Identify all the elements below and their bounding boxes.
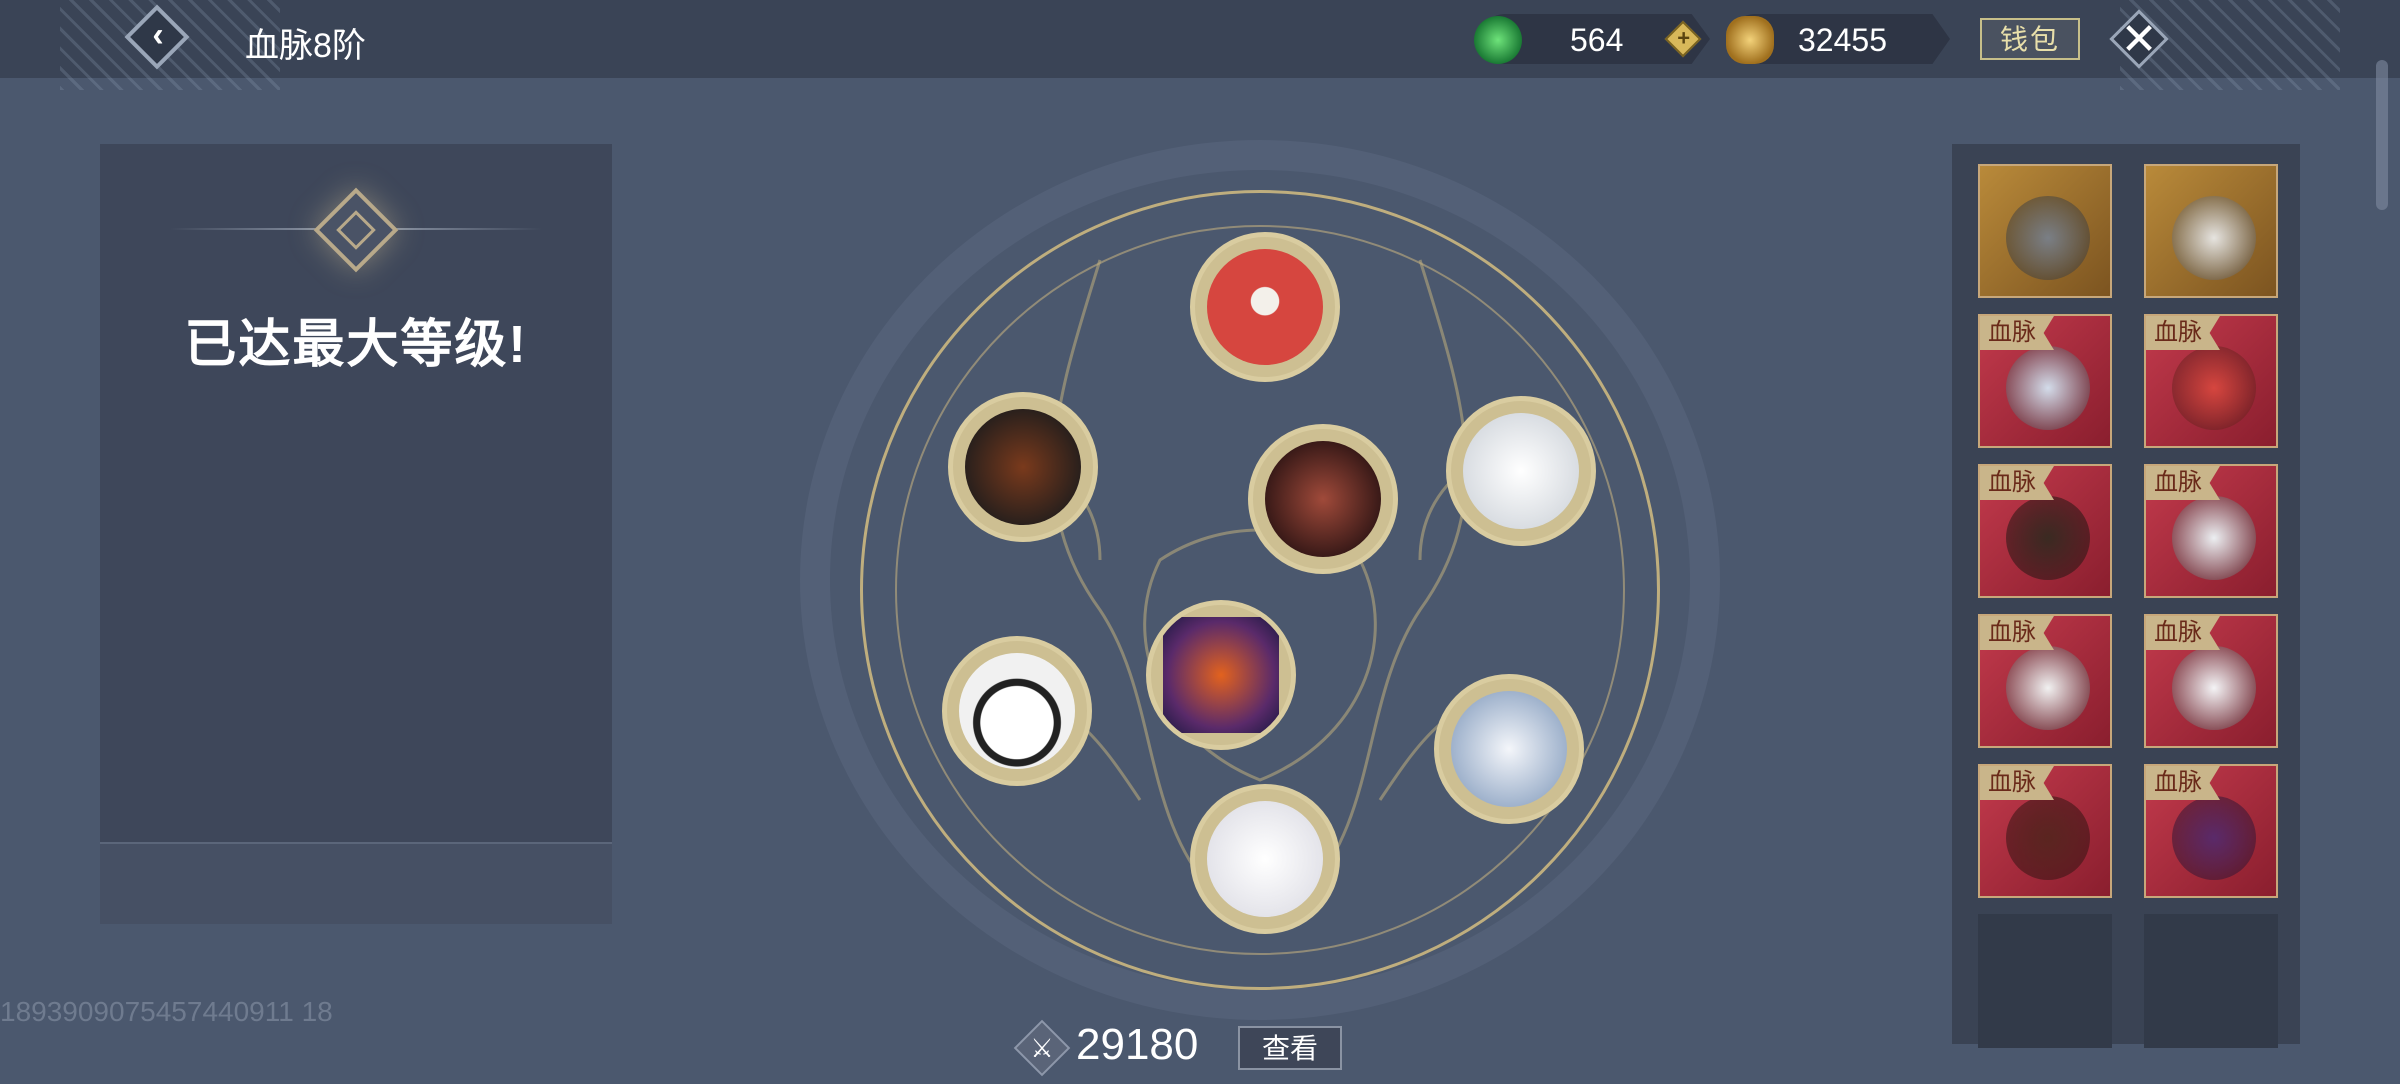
- bloodline-tag: 血脉: [1980, 316, 2054, 350]
- bloodline-tag: 血脉: [2146, 616, 2220, 650]
- inventory-item-demon-beast[interactable]: 血脉: [1978, 764, 2112, 898]
- panda-icon: [2006, 646, 2090, 730]
- demon-beast-icon: [2006, 796, 2090, 880]
- gold-ingot-icon: [1726, 16, 1774, 64]
- gold-amount: 32455: [1798, 22, 1887, 58]
- bloodline-slot-demon-beast[interactable]: [1248, 424, 1398, 574]
- max-level-text: 已达最大等级!: [184, 316, 528, 374]
- bloodline-tag: 血脉: [2146, 766, 2220, 800]
- bloodline-slot-fire-dragon[interactable]: [948, 392, 1098, 542]
- white-rabbit-icon: [2172, 646, 2256, 730]
- bloodline-array: [800, 140, 1720, 1020]
- white-wolf-icon: [1463, 413, 1579, 529]
- inventory-slot-empty[interactable]: [2144, 914, 2278, 1048]
- fire-dragon-icon: [2006, 496, 2090, 580]
- bloodline-tag: 血脉: [1980, 616, 2054, 650]
- magma-beast-icon: [2172, 796, 2256, 880]
- combat-power-value: 29180: [1076, 1020, 1199, 1069]
- ice-wolf-icon: [1451, 691, 1567, 807]
- panda-icon: [959, 653, 1075, 769]
- white-rabbit-icon: [1207, 801, 1323, 917]
- bloodline-tag: 血脉: [1980, 766, 2054, 800]
- inventory-item-magma-beast[interactable]: 血脉: [2144, 764, 2278, 898]
- magma-beast-icon: [1163, 617, 1279, 733]
- emblem-icon: [313, 187, 399, 273]
- inventory-panel: 血脉 血脉 血脉 血脉 血脉 血脉 血脉 血脉: [1952, 144, 2300, 1048]
- close-button[interactable]: ✕: [2106, 6, 2172, 72]
- scrollbar[interactable]: [2376, 60, 2388, 210]
- bloodline-slot-white-wolf[interactable]: [1446, 396, 1596, 546]
- bloodline-slot-panda[interactable]: [942, 636, 1092, 786]
- info-panel: 已达最大等级!: [100, 144, 612, 924]
- jade-amount: 564: [1570, 22, 1624, 58]
- user-id: 1893909075457440911 18: [0, 996, 333, 1027]
- gray-wolf-icon: [2006, 196, 2090, 280]
- red-panda-icon: [1207, 249, 1323, 365]
- inventory-item-red-panda[interactable]: 血脉: [2144, 314, 2278, 448]
- inventory-item-white-monkey[interactable]: [2144, 164, 2278, 298]
- back-button[interactable]: ‹: [122, 2, 194, 74]
- inventory-item-white-wolf[interactable]: 血脉: [2144, 464, 2278, 598]
- page-title: 血脉8阶: [245, 27, 366, 65]
- inventory-slot-empty[interactable]: [1978, 914, 2112, 1048]
- back-arrow-icon: ‹: [152, 16, 164, 54]
- demon-beast-icon: [1265, 441, 1381, 557]
- bloodline-slot-magma-beast[interactable]: [1146, 600, 1296, 750]
- bloodline-slot-ice-wolf[interactable]: [1434, 674, 1584, 824]
- bloodline-slot-red-panda[interactable]: [1190, 232, 1340, 382]
- combat-power-icon: ⚔: [1013, 1019, 1071, 1077]
- inventory-item-white-rabbit[interactable]: 血脉: [2144, 614, 2278, 748]
- jade-coin-icon: [1474, 16, 1522, 64]
- view-button[interactable]: 查看: [1238, 1026, 1342, 1070]
- inventory-item-fire-dragon[interactable]: 血脉: [1978, 464, 2112, 598]
- white-monkey-icon: [2172, 196, 2256, 280]
- inventory-item-ice-wolf[interactable]: 血脉: [1978, 314, 2112, 448]
- close-icon: ✕: [2120, 15, 2158, 64]
- bloodline-tag: 血脉: [1980, 466, 2054, 500]
- inventory-item-panda[interactable]: 血脉: [1978, 614, 2112, 748]
- bloodline-slot-white-rabbit[interactable]: [1190, 784, 1340, 934]
- ice-wolf-icon: [2006, 346, 2090, 430]
- panel-footer: [100, 842, 612, 924]
- bloodline-tag: 血脉: [2146, 316, 2220, 350]
- white-wolf-icon: [2172, 496, 2256, 580]
- wallet-button[interactable]: 钱包: [1980, 18, 2080, 60]
- inventory-item-gray-wolf[interactable]: [1978, 164, 2112, 298]
- fire-dragon-icon: [965, 409, 1081, 525]
- red-panda-icon: [2172, 346, 2256, 430]
- bloodline-tag: 血脉: [2146, 466, 2220, 500]
